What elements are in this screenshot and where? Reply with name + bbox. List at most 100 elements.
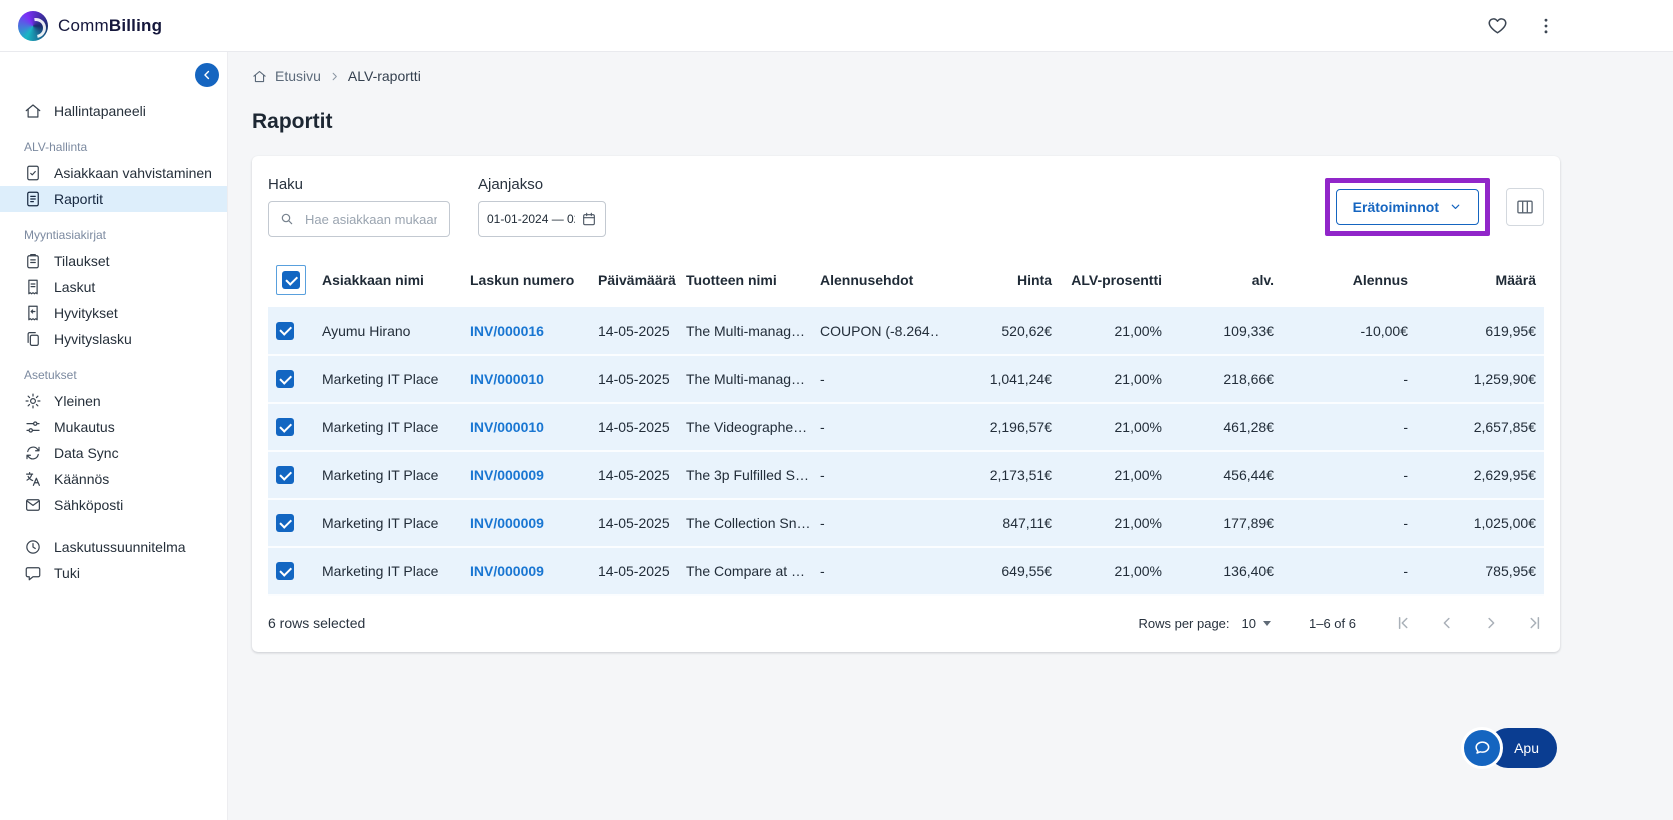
search-input-wrap (268, 201, 450, 237)
cell-price: 2,196,57€ (989, 419, 1052, 435)
favorites-button[interactable] (1487, 15, 1508, 36)
breadcrumb-home-link[interactable]: Etusivu (275, 68, 321, 84)
table-row: Marketing IT Place INV/000010 14-05-2025… (268, 403, 1544, 451)
clock-icon (24, 538, 42, 556)
sidebar-item-label: Data Sync (54, 445, 119, 461)
table-row: Marketing IT Place INV/000010 14-05-2025… (268, 355, 1544, 403)
invoice-link[interactable]: INV/000009 (470, 515, 544, 531)
sidebar-item-label: Hyvityslasku (54, 331, 132, 347)
rows-per-page: Rows per page: 10 (1138, 616, 1271, 631)
cell-customer: Marketing IT Place (322, 467, 439, 483)
cell-terms: - (820, 467, 825, 483)
sidebar-section-alv-hallinta: ALV-hallinta (24, 140, 88, 154)
sidebar-item-mukautus[interactable]: Mukautus (0, 414, 227, 440)
sidebar-item-laskutussuunnitelma[interactable]: Laskutussuunnitelma (0, 534, 227, 560)
cell-amount: 785,95€ (1485, 563, 1536, 579)
table-header-row: Asiakkaan nimi Laskun numero Päivämäärä … (268, 253, 1544, 307)
cell-date: 14-05-2025 (598, 371, 670, 387)
help-chat-button[interactable] (1461, 727, 1504, 769)
tune-icon (24, 418, 42, 436)
row-checkbox[interactable] (276, 562, 294, 581)
col-header-vat-percent: ALV-prosentti (1071, 272, 1162, 288)
sidebar-item-laskut[interactable]: Laskut (0, 274, 227, 300)
invoice-link[interactable]: INV/000009 (470, 467, 544, 483)
cell-product: The Multi-manag… (686, 371, 806, 387)
sidebar-collapse-button[interactable] (195, 63, 219, 87)
col-header-price: Hinta (1017, 272, 1052, 288)
sidebar-item-label: Hyvitykset (54, 305, 118, 321)
sidebar-item-label: Käännös (54, 471, 110, 487)
translate-icon (24, 470, 42, 488)
row-checkbox[interactable] (276, 321, 294, 340)
pagination-last-button[interactable] (1526, 614, 1544, 632)
cell-vat: 218,66€ (1223, 371, 1274, 387)
page-title: Raportit (252, 110, 333, 133)
annotation-highlight-box: Erätoiminnot (1324, 177, 1490, 236)
invoice-link[interactable]: INV/000010 (470, 371, 544, 387)
cell-vat-percent: 21,00% (1114, 419, 1162, 435)
invoice-link[interactable]: INV/000010 (470, 419, 544, 435)
sidebar-item-tilaukset[interactable]: Tilaukset (0, 248, 227, 274)
breadcrumb-current: ALV-raportti (347, 68, 421, 84)
col-header-customer: Asiakkaan nimi (322, 272, 424, 288)
pagination-first-button[interactable] (1394, 614, 1412, 632)
rows-per-page-label: Rows per page: (1138, 615, 1230, 631)
rows-per-page-select[interactable]: 10 (1242, 616, 1271, 631)
col-header-discount: Alennus (1352, 272, 1408, 288)
gear-icon (24, 392, 42, 410)
search-input[interactable] (303, 210, 439, 228)
cell-price: 2,173,51€ (989, 467, 1052, 483)
main-content: Etusivu ALV-raportti Raportit Haku Ajanj… (228, 52, 1673, 820)
report-table-wrap: Asiakkaan nimi Laskun numero Päivämäärä … (252, 253, 1560, 596)
period-input[interactable]: 01-01-2024 — 02-05-202 (478, 201, 606, 237)
document-check-icon (24, 164, 42, 182)
row-checkbox[interactable] (276, 514, 294, 533)
cell-price: 1,041,24€ (989, 371, 1052, 387)
breadcrumb-separator-icon (329, 71, 340, 82)
sidebar-item-hyvityslasku[interactable]: Hyvityslasku (0, 326, 227, 352)
cell-discount: - (1403, 467, 1408, 483)
cell-price: 520,62€ (1001, 322, 1052, 339)
sidebar-item-label: Laskut (54, 279, 96, 295)
period-value: 01-01-2024 — 02-05-202 (487, 212, 575, 226)
sidebar-item-kaannos[interactable]: Käännös (0, 466, 227, 492)
col-header-vat: alv. (1251, 272, 1274, 288)
sidebar-item-yleinen[interactable]: Yleinen (0, 388, 227, 414)
brand-bold: Billing (108, 15, 163, 35)
column-settings-button[interactable] (1506, 187, 1544, 226)
row-checkbox[interactable] (276, 418, 294, 437)
row-checkbox[interactable] (276, 370, 294, 389)
breadcrumb: Etusivu ALV-raportti (252, 68, 1673, 84)
home-icon (24, 102, 42, 120)
cell-product: The Collection Sn… (686, 515, 811, 531)
more-options-button[interactable] (1536, 16, 1556, 36)
invoice-link[interactable]: INV/000016 (470, 323, 544, 339)
cell-terms: COUPON (-8.264… (820, 322, 940, 339)
batch-actions-button[interactable]: Erätoiminnot (1335, 188, 1479, 225)
cell-vat-percent: 21,00% (1114, 515, 1162, 531)
select-all-checkbox[interactable] (282, 271, 300, 289)
cell-customer: Marketing IT Place (322, 371, 439, 387)
invoice-link[interactable]: INV/000009 (470, 563, 544, 579)
sidebar: Hallintapaneeli ALV-hallinta Asiakkaan v… (0, 52, 228, 820)
cell-price: 649,55€ (1001, 563, 1052, 579)
sidebar-item-sahkoposti[interactable]: Sähköposti (0, 492, 227, 518)
sidebar-item-hallintapaneeli[interactable]: Hallintapaneeli (0, 98, 227, 124)
search-icon (279, 211, 295, 227)
cell-amount: 619,95€ (1485, 322, 1536, 339)
pagination-prev-button[interactable] (1438, 614, 1456, 632)
page-range-text: 1–6 of 6 (1309, 615, 1356, 631)
search-field: Haku (268, 176, 450, 237)
sidebar-item-hyvitykset[interactable]: Hyvitykset (0, 300, 227, 326)
sidebar-item-tuki[interactable]: Tuki (0, 560, 227, 586)
sidebar-item-raportit[interactable]: Raportit (0, 186, 227, 212)
sidebar-item-data-sync[interactable]: Data Sync (0, 440, 227, 466)
sidebar-section-asetukset: Asetukset (24, 368, 77, 382)
sidebar-item-asiakkaan-vahvistaminen[interactable]: Asiakkaan vahvistaminen (0, 160, 227, 186)
pagination-next-button[interactable] (1482, 614, 1500, 632)
cell-vat-percent: 21,00% (1114, 467, 1162, 483)
row-checkbox[interactable] (276, 466, 294, 485)
sidebar-item-label: Yleinen (54, 393, 101, 409)
sync-icon (24, 444, 42, 462)
brand-regular: Comm (58, 15, 109, 35)
